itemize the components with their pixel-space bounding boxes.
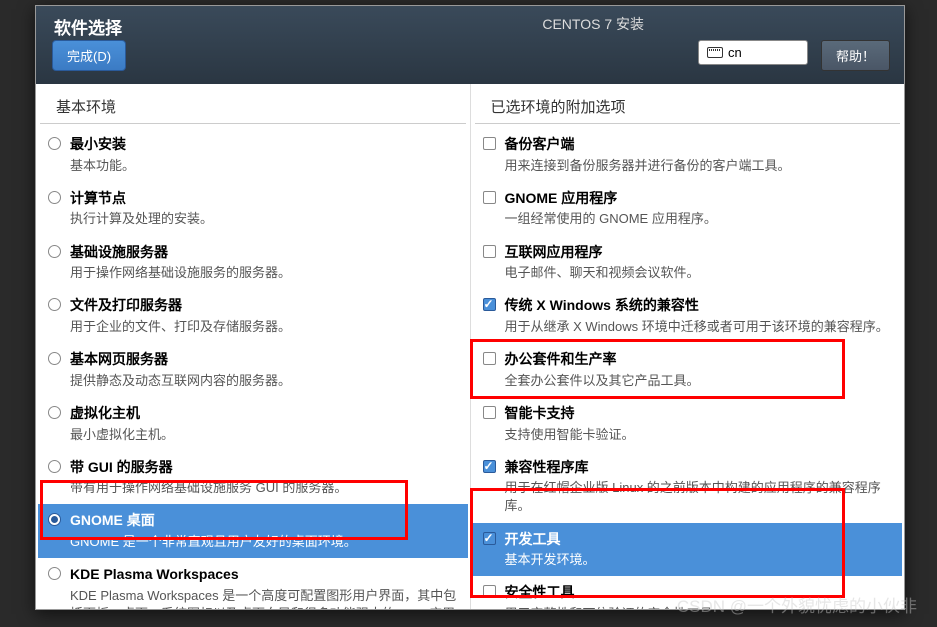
option-title: 传统 X Windows 系统的兼容性 (505, 296, 893, 316)
keyboard-layout-indicator[interactable]: cn (698, 40, 808, 65)
addon-option[interactable]: 互联网应用程序电子邮件、聊天和视频会议软件。 (473, 236, 903, 290)
env-option[interactable]: 基础设施服务器用于操作网络基础设施服务的服务器。 (38, 236, 468, 290)
env-option[interactable]: 虚拟化主机最小虚拟化主机。 (38, 397, 468, 451)
option-title: 办公套件和生产率 (505, 350, 893, 370)
env-option[interactable]: 最小安装基本功能。 (38, 128, 468, 182)
option-description: GNOME 是一个非常直观且用户友好的桌面环境。 (70, 533, 458, 551)
env-option[interactable]: 带 GUI 的服务器带有用于操作网络基础设施服务 GUI 的服务器。 (38, 451, 468, 505)
option-title: KDE Plasma Workspaces (70, 565, 458, 585)
option-description: 用于操作网络基础设施服务的服务器。 (70, 264, 458, 282)
option-title: 基本网页服务器 (70, 350, 458, 370)
help-button[interactable]: 帮助！ (821, 40, 890, 71)
option-description: 用于在红帽企业版 Linux 的之前版本中构建的应用程序的兼容程序库。 (505, 479, 893, 515)
addon-option[interactable]: GNOME 应用程序一组经常使用的 GNOME 应用程序。 (473, 182, 903, 236)
keyboard-icon (707, 47, 723, 58)
option-description: 用于企业的文件、打印及存储服务器。 (70, 318, 458, 336)
addon-option[interactable]: 备份客户端用来连接到备份服务器并进行备份的客户端工具。 (473, 128, 903, 182)
option-description: 基本功能。 (70, 157, 458, 175)
addon-option[interactable]: 开发工具基本开发环境。 (473, 523, 903, 577)
option-title: 智能卡支持 (505, 404, 893, 424)
watermark: CSDN @一个外貌忧虑的小伙非 (677, 592, 917, 617)
base-env-heading: 基本环境 (40, 84, 466, 124)
checkbox-icon (483, 298, 496, 311)
radio-icon (48, 352, 61, 365)
radio-icon (48, 460, 61, 473)
checkbox-icon (483, 585, 496, 598)
option-description: 提供静态及动态互联网内容的服务器。 (70, 372, 458, 390)
checkbox-icon (483, 245, 496, 258)
option-title: 基础设施服务器 (70, 243, 458, 263)
installer-window: 软件选择 完成(D) CENTOS 7 安装 cn 帮助！ 基本环境 最小安装基… (35, 5, 905, 610)
option-title: GNOME 桌面 (70, 511, 458, 531)
addons-column: 已选环境的附加选项 备份客户端用来连接到备份服务器并进行备份的客户端工具。GNO… (471, 84, 905, 609)
radio-icon (48, 513, 61, 526)
env-option[interactable]: 计算节点执行计算及处理的安装。 (38, 182, 468, 236)
option-title: 计算节点 (70, 189, 458, 209)
radio-icon (48, 191, 61, 204)
option-description: 用于从继承 X Windows 环境中迁移或者可用于该环境的兼容程序。 (505, 318, 893, 336)
option-description: 全套办公套件以及其它产品工具。 (505, 372, 893, 390)
env-option[interactable]: 基本网页服务器提供静态及动态互联网内容的服务器。 (38, 343, 468, 397)
radio-icon (48, 406, 61, 419)
option-description: 用来连接到备份服务器并进行备份的客户端工具。 (505, 157, 893, 175)
option-title: 开发工具 (505, 530, 893, 550)
option-description: KDE Plasma Workspaces 是一个高度可配置图形用户界面，其中包… (70, 587, 458, 609)
option-title: 文件及打印服务器 (70, 296, 458, 316)
addon-option[interactable]: 办公套件和生产率全套办公套件以及其它产品工具。 (473, 343, 903, 397)
checkbox-icon (483, 137, 496, 150)
option-title: 备份客户端 (505, 135, 893, 155)
option-title: 虚拟化主机 (70, 404, 458, 424)
option-description: 支持使用智能卡验证。 (505, 426, 893, 444)
radio-icon (48, 298, 61, 311)
checkbox-icon (483, 191, 496, 204)
option-title: 互联网应用程序 (505, 243, 893, 263)
env-option[interactable]: GNOME 桌面 GNOME 是一个非常直观且用户友好的桌面环境。 (38, 504, 468, 558)
checkbox-icon (483, 352, 496, 365)
header-bar: 软件选择 完成(D) CENTOS 7 安装 cn 帮助！ (36, 6, 904, 84)
installer-title: CENTOS 7 安装 (542, 14, 644, 34)
option-description: 执行计算及处理的安装。 (70, 210, 458, 228)
option-description: 带有用于操作网络基础设施服务 GUI 的服务器。 (70, 479, 458, 497)
option-title: 带 GUI 的服务器 (70, 458, 458, 478)
base-env-list[interactable]: 最小安装基本功能。计算节点执行计算及处理的安装。基础设施服务器用于操作网络基础设… (36, 124, 470, 609)
done-button[interactable]: 完成(D) (52, 40, 126, 71)
addon-option[interactable]: 智能卡支持支持使用智能卡验证。 (473, 397, 903, 451)
addons-list[interactable]: 备份客户端用来连接到备份服务器并进行备份的客户端工具。GNOME 应用程序一组经… (471, 124, 905, 609)
radio-icon (48, 137, 61, 150)
checkbox-icon (483, 406, 496, 419)
radio-icon (48, 567, 61, 580)
content-area: 基本环境 最小安装基本功能。计算节点执行计算及处理的安装。基础设施服务器用于操作… (36, 84, 904, 609)
page-title: 软件选择 (54, 14, 122, 39)
addon-option[interactable]: 兼容性程序库用于在红帽企业版 Linux 的之前版本中构建的应用程序的兼容程序库… (473, 451, 903, 523)
base-environment-column: 基本环境 最小安装基本功能。计算节点执行计算及处理的安装。基础设施服务器用于操作… (36, 84, 471, 609)
env-option[interactable]: KDE Plasma WorkspacesKDE Plasma Workspac… (38, 558, 468, 609)
option-title: 最小安装 (70, 135, 458, 155)
lang-code: cn (728, 45, 742, 60)
option-description: 一组经常使用的 GNOME 应用程序。 (505, 210, 893, 228)
addon-option[interactable]: 传统 X Windows 系统的兼容性用于从继承 X Windows 环境中迁移… (473, 289, 903, 343)
option-description: 最小虚拟化主机。 (70, 426, 458, 444)
checkbox-icon (483, 460, 496, 473)
checkbox-icon (483, 532, 496, 545)
option-description: 基本开发环境。 (505, 551, 893, 569)
option-title: GNOME 应用程序 (505, 189, 893, 209)
radio-icon (48, 245, 61, 258)
addons-heading: 已选环境的附加选项 (475, 84, 901, 124)
env-option[interactable]: 文件及打印服务器用于企业的文件、打印及存储服务器。 (38, 289, 468, 343)
option-description: 电子邮件、聊天和视频会议软件。 (505, 264, 893, 282)
option-title: 兼容性程序库 (505, 458, 893, 478)
